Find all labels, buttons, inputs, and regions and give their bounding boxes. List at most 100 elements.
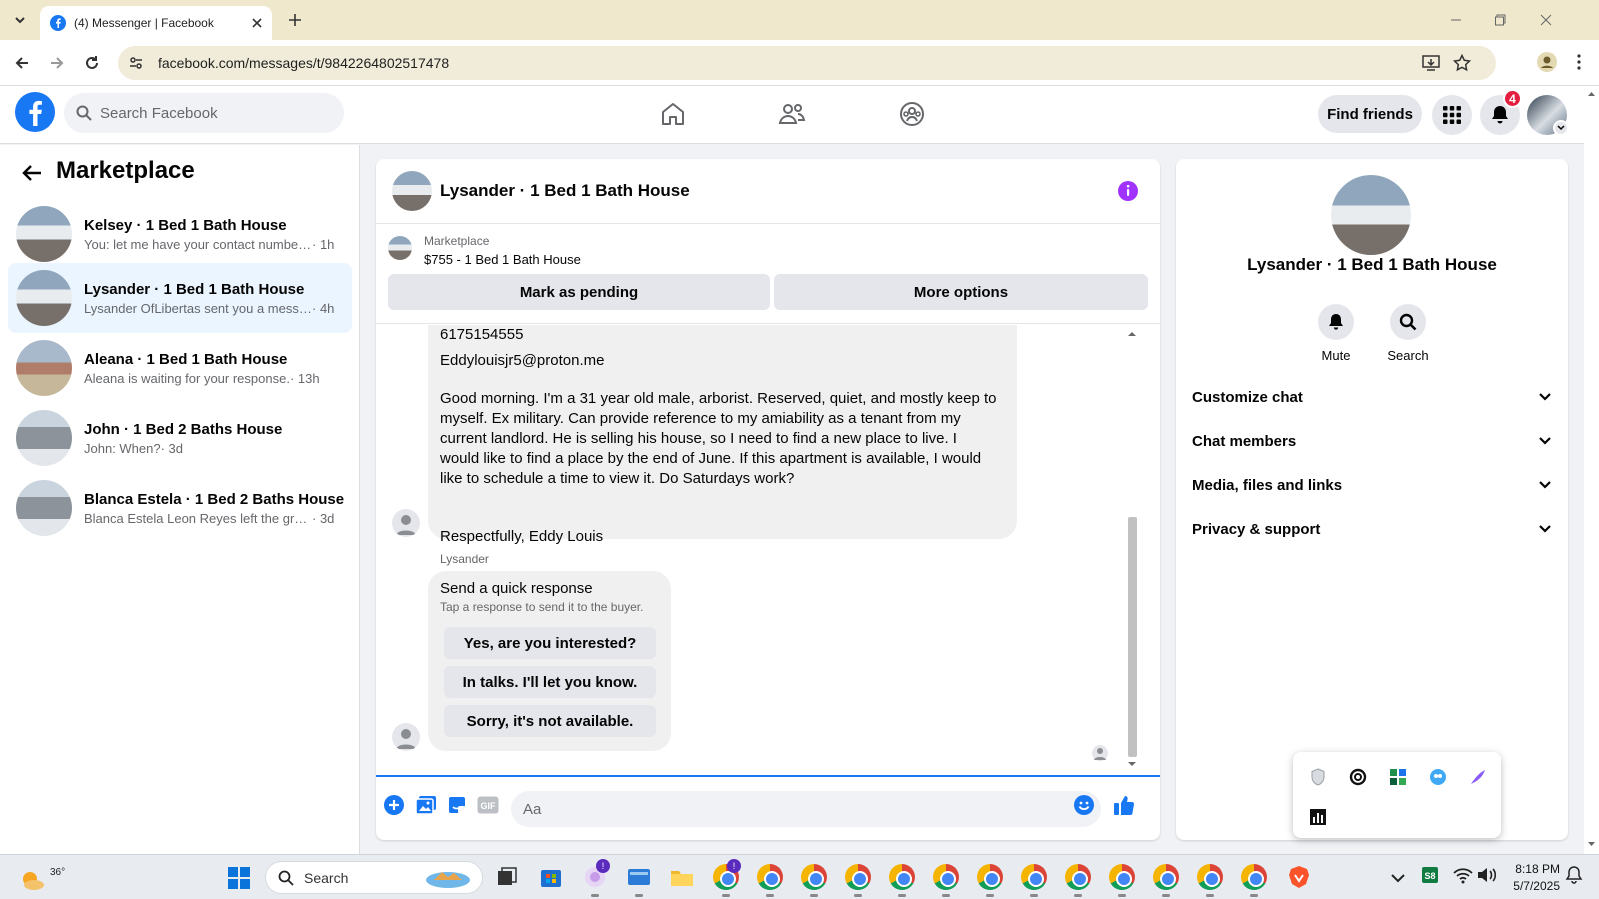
conversation-item[interactable]: John · 1 Bed 2 Baths House John: When? · …: [8, 403, 352, 473]
chrome-icon[interactable]: [1021, 864, 1047, 897]
quick-response-in-talks-button[interactable]: In talks. I'll let you know.: [444, 666, 656, 698]
chrome-icon[interactable]: [801, 864, 827, 897]
home-icon[interactable]: [651, 94, 695, 134]
mute-bell-icon[interactable]: [1318, 304, 1354, 340]
search-icon[interactable]: [1390, 304, 1426, 340]
find-friends-button[interactable]: Find friends: [1318, 95, 1422, 133]
message-scrollbar[interactable]: [1124, 329, 1140, 769]
wifi-icon[interactable]: [1452, 865, 1478, 891]
chrome-icon[interactable]: [757, 864, 783, 897]
groups-icon[interactable]: [890, 94, 934, 134]
scrollbar-thumb[interactable]: [1128, 517, 1137, 757]
back-arrow-icon[interactable]: [10, 51, 34, 75]
tab-search-chevron-icon[interactable]: [8, 8, 32, 32]
brave-browser-icon[interactable]: [1286, 864, 1312, 890]
friends-icon[interactable]: [770, 94, 814, 134]
site-info-icon[interactable]: [128, 55, 144, 71]
task-view-icon[interactable]: [494, 864, 520, 890]
chrome-icon[interactable]: [1197, 864, 1223, 897]
page-scrollbar[interactable]: [1584, 86, 1599, 854]
chrome-icon[interactable]: [1065, 864, 1091, 897]
attach-photo-icon[interactable]: [414, 793, 438, 817]
chrome-icon[interactable]: [977, 864, 1003, 897]
bar-chart-extension-icon[interactable]: [1307, 806, 1329, 828]
microsoft-store-icon[interactable]: [538, 864, 564, 890]
taskbar-search-box[interactable]: Search: [265, 861, 483, 894]
listing-thumbnail-large[interactable]: [1331, 175, 1411, 255]
privacy-support-section[interactable]: Privacy & support: [1192, 509, 1552, 549]
new-tab-plus-icon[interactable]: [284, 9, 306, 31]
system-clock[interactable]: 8:18 PM 5/7/2025: [1510, 861, 1560, 895]
search-in-conversation-action[interactable]: Search: [1378, 304, 1438, 363]
emoji-icon[interactable]: [1072, 793, 1096, 817]
install-app-icon[interactable]: [1420, 52, 1442, 74]
more-actions-plus-icon[interactable]: [382, 793, 406, 817]
forward-arrow-icon[interactable]: [45, 51, 69, 75]
incoming-message-bubble[interactable]: 6175154555 Eddylouisjr5@proton.me Good m…: [428, 325, 1017, 545]
chrome-icon[interactable]: [889, 864, 915, 897]
bookmark-star-icon[interactable]: [1451, 52, 1473, 74]
chrome-icon[interactable]: !: [713, 859, 741, 897]
quick-response-not-available-button[interactable]: Sorry, it's not available.: [444, 705, 656, 737]
puzzle-extension-icon[interactable]: [1387, 766, 1409, 788]
media-files-links-section[interactable]: Media, files and links: [1192, 465, 1552, 505]
sender-avatar[interactable]: [392, 509, 420, 537]
reload-icon[interactable]: [80, 51, 104, 75]
app-window-icon[interactable]: [626, 864, 652, 897]
tab-close-icon[interactable]: [252, 18, 262, 28]
show-hidden-icons-chevron-icon[interactable]: [1385, 865, 1411, 891]
back-arrow-icon[interactable]: [18, 159, 46, 187]
conversation-item[interactable]: Blanca Estela · 1 Bed 2 Baths House Blan…: [8, 473, 352, 543]
customize-chat-section[interactable]: Customize chat: [1192, 377, 1552, 417]
scroll-down-arrow-icon[interactable]: [1584, 838, 1599, 850]
teams-chat-icon[interactable]: !: [582, 859, 610, 897]
more-options-button[interactable]: More options: [774, 274, 1148, 310]
restore-window-icon[interactable]: [1491, 10, 1511, 30]
quick-response-interested-button[interactable]: Yes, are you interested?: [444, 627, 656, 659]
scroll-up-arrow-icon[interactable]: [1584, 88, 1599, 100]
chat-thumbnail[interactable]: [392, 171, 432, 211]
windows-start-icon[interactable]: [228, 867, 250, 889]
sticker-icon[interactable]: [445, 793, 469, 817]
minimize-window-icon[interactable]: [1446, 10, 1466, 30]
notification-center-bell-icon[interactable]: [1565, 865, 1591, 891]
mute-action[interactable]: Mute: [1306, 304, 1366, 363]
scroll-up-arrow-icon[interactable]: [1124, 329, 1140, 339]
mark-as-pending-button[interactable]: Mark as pending: [388, 274, 770, 310]
chat-members-section[interactable]: Chat members: [1192, 421, 1552, 461]
facebook-search-input[interactable]: Search Facebook: [64, 93, 344, 133]
sender-avatar[interactable]: [392, 723, 420, 751]
file-explorer-icon[interactable]: [669, 864, 695, 890]
chrome-icon[interactable]: [1109, 864, 1135, 897]
facebook-logo-icon[interactable]: [15, 92, 55, 132]
volume-speaker-icon[interactable]: [1476, 865, 1502, 891]
bird-extension-icon[interactable]: [1427, 766, 1449, 788]
listing-title[interactable]: $755 - 1 Bed 1 Bath House: [424, 252, 581, 267]
scroll-down-arrow-icon[interactable]: [1124, 759, 1140, 769]
shield-extension-icon[interactable]: [1307, 766, 1329, 788]
browser-tab-active[interactable]: (4) Messenger | Facebook: [40, 6, 272, 40]
chrome-icon[interactable]: [1241, 864, 1267, 897]
chrome-icon[interactable]: [1153, 864, 1179, 897]
message-input[interactable]: Aa: [511, 791, 1101, 827]
spreadsheet-tray-icon[interactable]: S8: [1420, 865, 1446, 891]
gif-icon[interactable]: GIF: [476, 793, 500, 817]
conversation-info-icon[interactable]: [1116, 179, 1140, 203]
chrome-profile-icon[interactable]: [1536, 51, 1558, 73]
conversation-item[interactable]: Aleana · 1 Bed 1 Bath House Aleana is wa…: [8, 333, 352, 403]
chrome-icon[interactable]: [845, 864, 871, 897]
chat-title[interactable]: Lysander · 1 Bed 1 Bath House: [440, 181, 690, 201]
message-thread[interactable]: 6175154555 Eddylouisjr5@proton.me Good m…: [376, 325, 1160, 777]
browser-menu-icon[interactable]: [1568, 51, 1590, 73]
thumbs-up-like-icon[interactable]: [1112, 793, 1136, 817]
conversation-item-active[interactable]: Lysander · 1 Bed 1 Bath House Lysander O…: [8, 263, 352, 333]
address-bar[interactable]: facebook.com/messages/t/9842264802517478: [118, 46, 1496, 80]
chrome-icon[interactable]: [933, 864, 959, 897]
copilot-extension-icon[interactable]: [1347, 766, 1369, 788]
listing-thumbnail[interactable]: [388, 236, 412, 260]
account-chevron-down-icon[interactable]: [1553, 120, 1569, 136]
weather-widget[interactable]: 36°: [18, 863, 65, 893]
conversation-item[interactable]: Kelsey · 1 Bed 1 Bath House You: let me …: [8, 199, 352, 269]
close-window-icon[interactable]: [1536, 10, 1556, 30]
menu-grid-icon[interactable]: [1432, 95, 1472, 135]
